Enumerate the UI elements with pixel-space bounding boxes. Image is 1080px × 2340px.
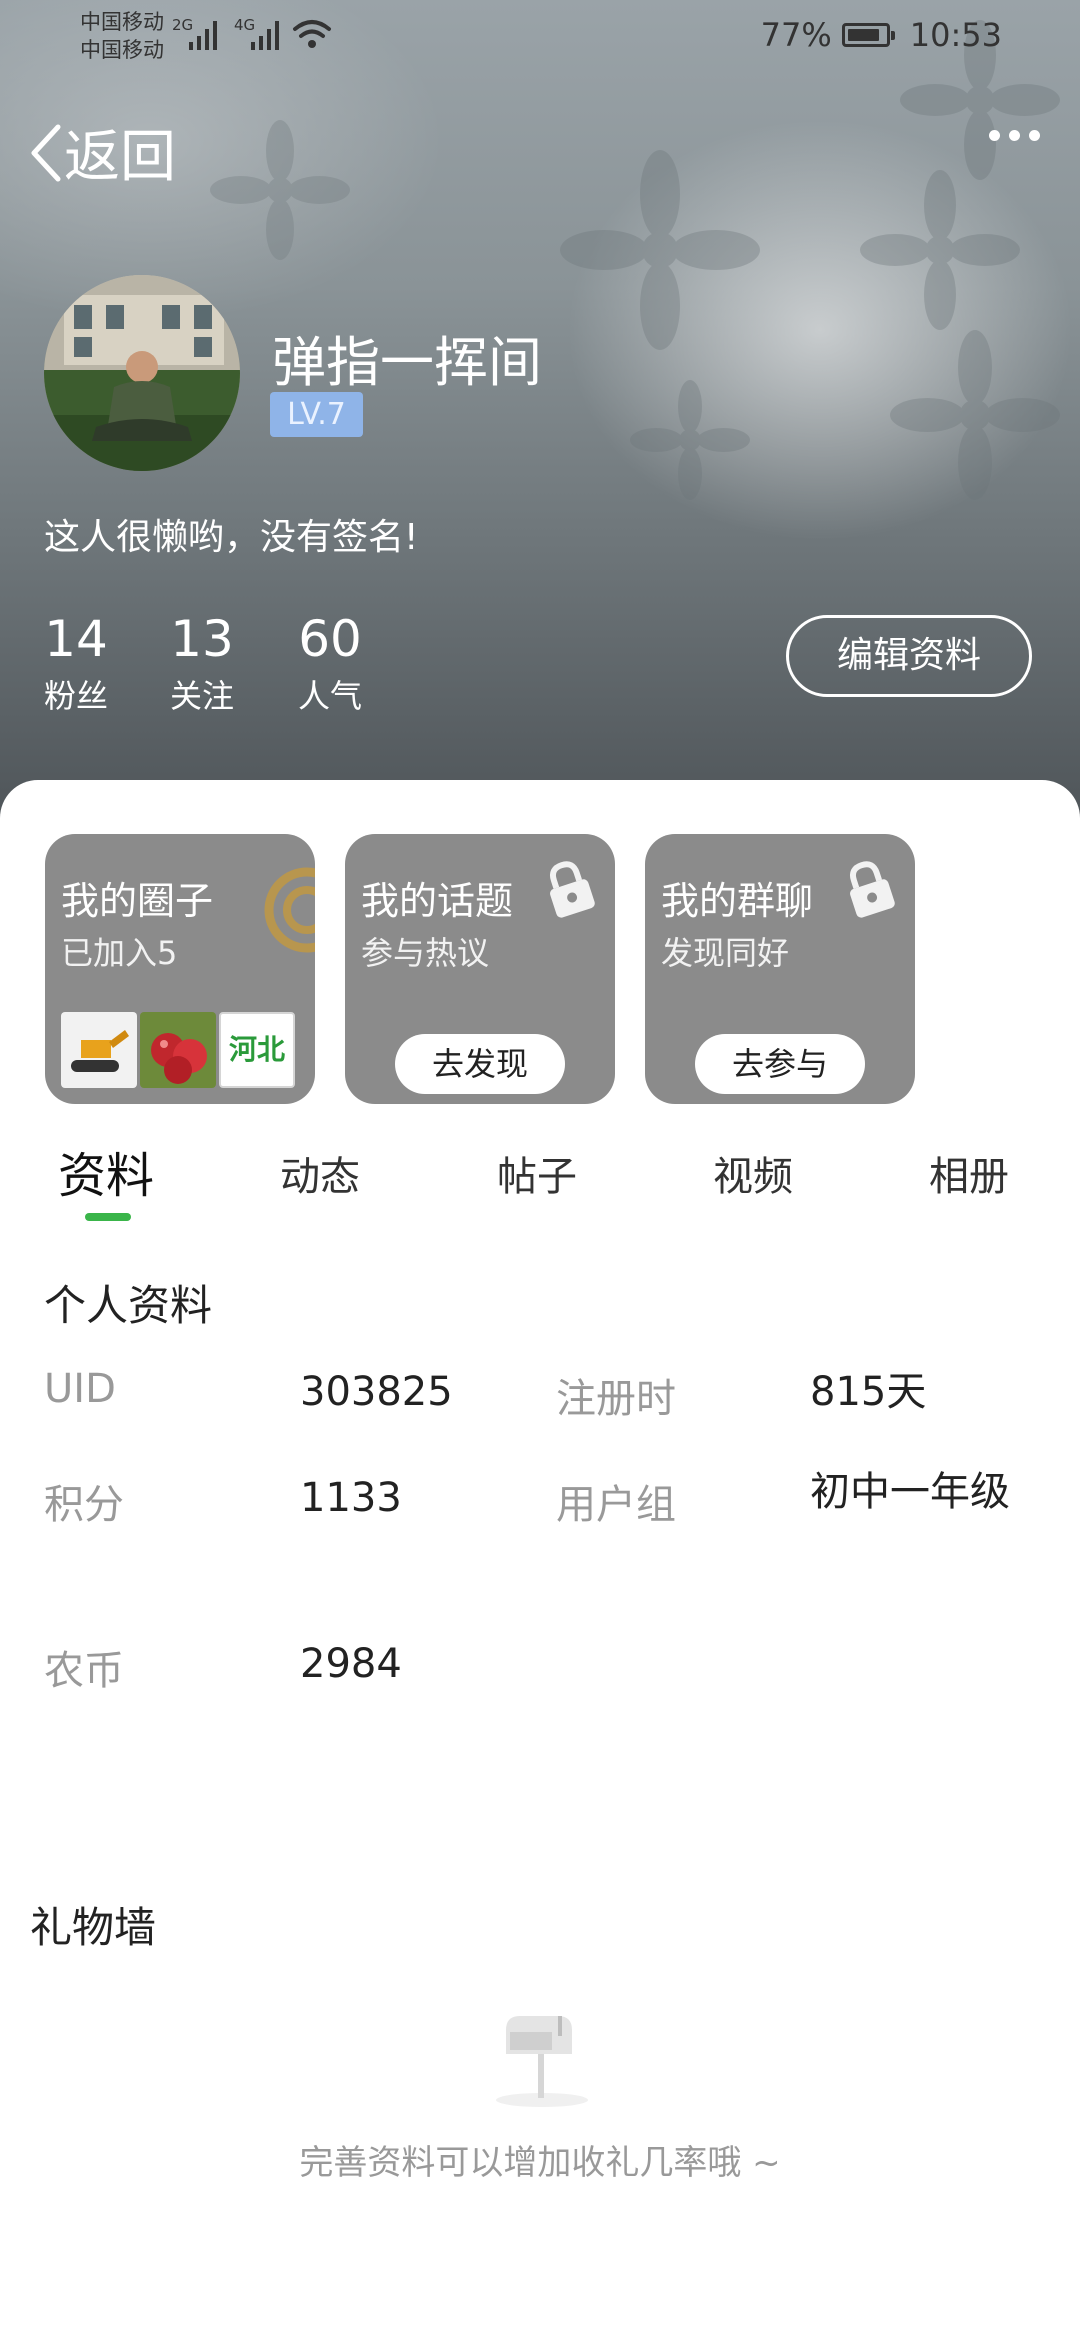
flower-decoration-icon — [890, 330, 1060, 500]
apples-image — [140, 1012, 216, 1088]
stat-value: 14 — [44, 610, 108, 668]
card-subtitle: 已加入5 — [61, 934, 178, 972]
signal-icon — [251, 21, 279, 50]
flower-decoration-icon — [210, 120, 350, 260]
chevron-left-icon — [31, 124, 61, 181]
card-title: 我的圈子 — [61, 879, 214, 923]
field-label: 农币 — [44, 1648, 124, 1694]
card-subtitle: 发现同好 — [661, 934, 790, 972]
avatar[interactable] — [44, 275, 240, 471]
carrier-2: 中国移动 — [80, 38, 164, 62]
field-label: 用户组 — [556, 1482, 676, 1528]
signal-icon — [189, 21, 217, 50]
back-label: 返回 — [64, 125, 176, 190]
tab-active-indicator — [85, 1213, 131, 1221]
edit-profile-button[interactable]: 编辑资料 — [786, 615, 1032, 697]
circle-thumbnail — [61, 1012, 137, 1088]
stat-value: 60 — [298, 610, 362, 668]
field-value: 2984 — [300, 1641, 402, 1687]
flower-decoration-icon — [560, 150, 760, 350]
lock-icon — [849, 861, 895, 918]
card-my-topics[interactable]: 我的话题 参与热议 去发现 — [345, 834, 615, 1104]
section-title-personal-info: 个人资料 — [44, 1281, 213, 1330]
carrier-info: 中国移动 中国移动 — [80, 8, 164, 64]
stat-following[interactable]: 13 关注 — [170, 610, 234, 718]
field-value: 815天 — [810, 1369, 927, 1415]
card-title: 我的话题 — [361, 879, 514, 923]
discover-button[interactable]: 去发现 — [395, 1034, 565, 1094]
thumbnail-label: 河北 — [228, 1033, 285, 1066]
stat-label: 粉丝 — [44, 677, 109, 715]
status-right: 77% 10:53 — [761, 16, 1002, 54]
more-dot-icon — [989, 130, 1000, 141]
tab-posts[interactable]: 帖子 — [497, 1144, 577, 1202]
gift-wall-empty-text: 完善资料可以增加收礼几率哦 ~ — [299, 2143, 781, 2183]
card-subtitle: 参与热议 — [361, 934, 490, 972]
field-value: 303825 — [300, 1369, 453, 1415]
back-button[interactable]: 返回 — [28, 112, 176, 193]
field-label: 注册时 — [556, 1376, 676, 1422]
join-button[interactable]: 去参与 — [695, 1034, 865, 1094]
more-dot-icon — [1029, 130, 1040, 141]
stat-value: 13 — [170, 610, 234, 668]
field-label: 积分 — [44, 1482, 124, 1528]
card-my-circles[interactable]: 我的圈子 已加入5 河北 — [45, 834, 315, 1104]
flower-decoration-icon — [860, 170, 1020, 330]
circle-ring-icon — [264, 867, 315, 953]
flower-decoration-icon — [630, 380, 750, 500]
lock-icon — [549, 861, 595, 918]
section-title-gift-wall: 礼物墙 — [30, 1903, 157, 1952]
level-badge: LV.7 — [270, 392, 363, 437]
card-title: 我的群聊 — [661, 879, 814, 923]
circle-thumbnail — [140, 1012, 216, 1088]
field-value: 1133 — [300, 1475, 402, 1521]
username: 弹指一挥间 — [272, 331, 542, 394]
tab-profile[interactable]: 资料 — [58, 1136, 154, 1206]
circle-thumbnail: 河北 — [219, 1012, 295, 1088]
battery-icon — [841, 23, 895, 47]
battery-percent: 77% — [760, 16, 832, 54]
tab-activity[interactable]: 动态 — [280, 1144, 360, 1202]
avatar-image — [44, 275, 240, 471]
signature-text: 这人很懒哟，没有签名! — [44, 517, 419, 558]
field-value: 初中一年级 — [810, 1469, 1010, 1515]
excavator-image — [61, 1012, 137, 1088]
stat-fans[interactable]: 14 粉丝 — [44, 610, 108, 718]
status-bar: 中国移动 中国移动 2G 4G 77% 10:53 — [0, 0, 1080, 72]
more-menu-button[interactable] — [989, 130, 1040, 141]
tab-album[interactable]: 相册 — [929, 1144, 1009, 1202]
stat-label: 人气 — [298, 677, 363, 715]
more-dot-icon — [1009, 130, 1020, 141]
card-my-group-chats[interactable]: 我的群聊 发现同好 去参与 — [645, 834, 915, 1104]
tab-videos[interactable]: 视频 — [713, 1144, 793, 1202]
carrier-1: 中国移动 — [80, 10, 164, 34]
clock: 10:53 — [909, 16, 1002, 54]
wifi-icon — [293, 20, 331, 48]
mailbox-icon — [496, 2016, 588, 2107]
field-label: UID — [44, 1366, 116, 1412]
stat-popularity[interactable]: 60 人气 — [298, 610, 362, 718]
stat-label: 关注 — [170, 677, 235, 715]
